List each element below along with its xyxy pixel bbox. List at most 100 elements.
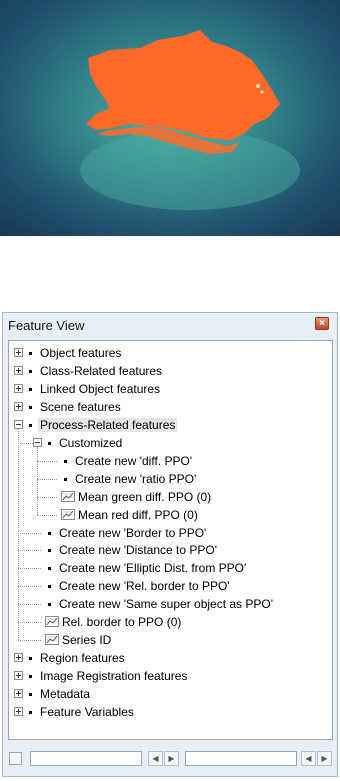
tree-connector [18, 532, 41, 534]
bullet-icon [29, 352, 32, 355]
close-icon[interactable]: × [315, 317, 329, 330]
bullet-icon [29, 675, 32, 679]
chevron-left-icon[interactable]: ◀ [301, 751, 316, 766]
expand-icon[interactable] [14, 401, 23, 411]
tree-item[interactable]: Mean red diff. PPO (0) [9, 506, 332, 524]
tree-item-label: Image Registration features [40, 669, 188, 684]
tree-connector [37, 478, 57, 480]
tree-connector [37, 460, 57, 462]
tree-item[interactable]: Customized [9, 434, 332, 452]
bullet-icon [29, 657, 32, 661]
tree-item[interactable]: Image Registration features [9, 667, 332, 685]
tree-item[interactable]: Create new 'Rel. border to PPO' [9, 577, 332, 595]
tree-item-label: Create new 'diff. PPO' [75, 453, 193, 468]
tree-item[interactable]: Process-Related features [9, 416, 332, 434]
bullet-icon [64, 459, 67, 463]
feature-graph-icon [45, 634, 59, 646]
tree-item[interactable]: Linked Object features [9, 380, 332, 398]
tree-item[interactable]: Create new 'ratio PPO' [9, 470, 332, 488]
right-field[interactable] [185, 751, 297, 766]
collapse-icon[interactable] [14, 419, 23, 429]
tree-item[interactable]: Scene features [9, 398, 332, 416]
tree-item[interactable]: Rel. border to PPO (0) [9, 613, 332, 631]
tree-item-label: Object features [40, 346, 122, 360]
chevron-left-icon[interactable]: ◀ [148, 751, 163, 766]
chevron-right-icon[interactable]: ▶ [164, 751, 179, 766]
bullet-icon [48, 549, 51, 553]
chevron-right-icon[interactable]: ▶ [317, 751, 332, 766]
tree-item-label: Class-Related features [40, 363, 163, 378]
tree-item-label: Create new 'Distance to PPO' [59, 543, 217, 558]
bullet-icon [29, 711, 32, 714]
tree-item[interactable]: Object features [9, 344, 332, 362]
tree-item-label: Region features [40, 651, 125, 666]
tree-connector [18, 550, 41, 552]
tree-item-label: Create new 'Rel. border to PPO' [59, 579, 230, 594]
feature-view-window: Feature View × Object features Class-Rela… [2, 312, 338, 777]
tree-item-label: Create new 'Border to PPO' [59, 525, 207, 540]
tree-item[interactable]: Class-Related features [9, 362, 332, 380]
bullet-icon [48, 531, 51, 535]
tree-item[interactable]: Create new 'Elliptic Dist. from PPO' [9, 559, 332, 577]
bottom-bar: ◀ ▶ ◀ ▶ [8, 749, 333, 769]
tree-item[interactable]: Metadata [9, 685, 332, 703]
tree-item-label: Process-Related features [38, 417, 178, 432]
expand-icon[interactable] [14, 707, 23, 716]
tree-connector [18, 568, 41, 570]
feature-graph-icon [45, 616, 59, 628]
tree-item[interactable]: Mean green diff. PPO (0) [9, 488, 332, 506]
satellite-image-panel [0, 0, 340, 236]
bullet-icon [48, 567, 51, 571]
expand-icon[interactable] [14, 348, 23, 357]
window-titlebar[interactable]: Feature View × [3, 313, 337, 335]
bullet-icon [64, 477, 67, 481]
bullet-icon [48, 441, 51, 445]
tree-guide-line [18, 428, 19, 641]
tree-guide-line [37, 446, 38, 515]
tree-item-label: Series ID [62, 633, 112, 648]
expand-icon[interactable] [14, 671, 23, 681]
tree-item-label: Create new 'Same super object as PPO' [59, 597, 274, 612]
expand-icon[interactable] [14, 383, 23, 393]
tree-item-label: Create new 'Elliptic Dist. from PPO' [59, 561, 247, 576]
tree-connector [18, 586, 41, 588]
satellite-image [0, 0, 340, 236]
tree-item-label: Metadata [40, 687, 91, 702]
bullet-icon [48, 585, 51, 589]
tree-item-label: Customized [59, 435, 123, 450]
window-title: Feature View [8, 318, 85, 333]
tree-item-label: Mean green diff. PPO (0) [78, 489, 212, 504]
tree-item[interactable]: Region features [9, 649, 332, 667]
tree-connector [18, 640, 41, 642]
feature-graph-icon [61, 490, 75, 502]
bullet-icon [29, 405, 32, 409]
tree-item-label: Scene features [40, 399, 121, 414]
feature-tree[interactable]: Object features Class-Related features Lin… [8, 340, 333, 740]
tree-item[interactable]: Series ID [9, 631, 332, 649]
tree-item-label: Linked Object features [40, 381, 161, 396]
left-field[interactable] [30, 751, 142, 766]
tree-item[interactable]: Create new 'Border to PPO' [9, 524, 332, 542]
tree-item-label: Feature Variables [40, 705, 134, 719]
tree-connector [37, 514, 57, 516]
expand-icon[interactable] [14, 653, 23, 663]
tree-item[interactable]: Create new 'Distance to PPO' [9, 541, 332, 559]
tree-item[interactable]: Create new 'Same super object as PPO' [9, 595, 332, 613]
feature-graph-icon [61, 508, 75, 520]
tree-item-label: Mean red diff. PPO (0) [78, 507, 198, 522]
tree-item[interactable]: Feature Variables [9, 703, 332, 721]
tree-connector [37, 496, 57, 498]
bullet-icon [29, 387, 32, 391]
small-checkbox[interactable] [9, 752, 22, 765]
tree-connector [18, 604, 41, 606]
tree-item-label: Create new 'ratio PPO' [75, 471, 197, 486]
tree-item[interactable]: Create new 'diff. PPO' [9, 452, 332, 470]
collapse-icon[interactable] [33, 437, 42, 447]
expand-icon[interactable] [14, 689, 23, 699]
expand-icon[interactable] [14, 365, 23, 375]
bullet-icon [48, 603, 51, 607]
bullet-icon [29, 693, 32, 697]
tree-item-label: Rel. border to PPO (0) [62, 615, 182, 630]
tree-connector [18, 622, 41, 624]
bullet-icon [29, 423, 32, 427]
